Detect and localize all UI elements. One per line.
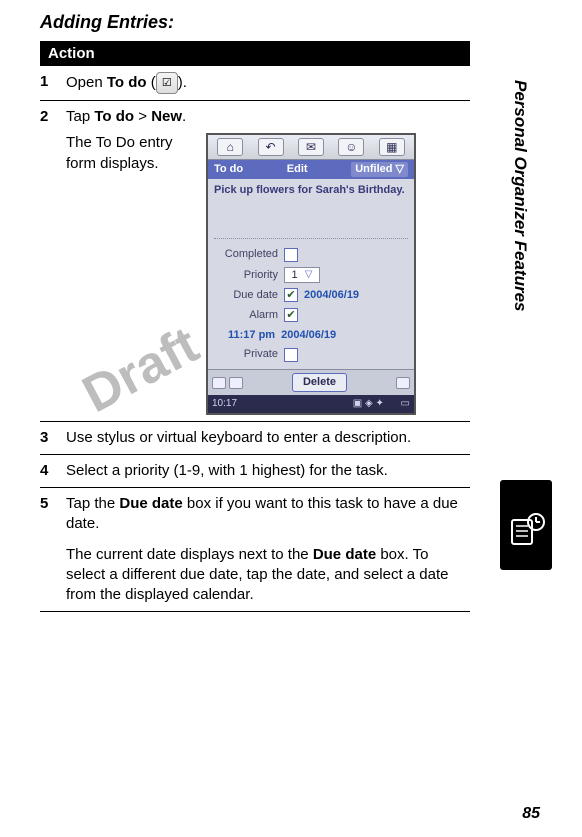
mail-icon[interactable]: ✉ [298, 138, 324, 156]
menu-path-todo: To do [94, 108, 134, 125]
contacts-icon[interactable]: ☺ [338, 138, 364, 156]
category-dropdown[interactable]: Unfiled ▽ [351, 162, 408, 177]
duedate-label: Due date [214, 288, 278, 303]
home-icon[interactable]: ⌂ [217, 138, 243, 156]
pda-menubar: To do Edit Unfiled ▽ [208, 160, 414, 179]
text: Tap [66, 108, 94, 125]
duedate-bold: Due date [313, 546, 376, 563]
step-desc: The To Do entry form displays. [66, 133, 196, 414]
step-row: 2 Tap To do > New. The To Do entry form … [40, 101, 470, 422]
priority-label: Priority [214, 268, 278, 283]
completed-field: Completed [214, 247, 408, 262]
text: ). [178, 74, 187, 91]
private-checkbox[interactable] [284, 348, 298, 362]
duedate-field: Due date ✔ 2004/06/19 [214, 288, 408, 303]
menu-path-new: New [151, 108, 182, 125]
step-number: 5 [40, 494, 66, 605]
private-label: Private [214, 347, 278, 362]
completed-checkbox[interactable] [284, 248, 298, 262]
step-body: Tap the Due date box if you want to this… [66, 494, 466, 605]
pda-screenshot: ⌂ ↶ ✉ ☺ ▦ To do Edit Unfiled ▽ Pick [206, 133, 416, 414]
status-icons: ▣ ◈ ✦ ▭ [353, 397, 410, 411]
duedate-checkbox[interactable]: ✔ [284, 288, 298, 302]
return-icon[interactable] [396, 377, 410, 389]
table-header-action: Action [40, 41, 470, 66]
priority-selector[interactable]: 1 ▽ [284, 267, 320, 283]
chevron-down-icon: ▽ [305, 268, 313, 282]
step-row: 3 Use stylus or virtual keyboard to ente… [40, 422, 470, 455]
alarm-checkbox[interactable]: ✔ [284, 308, 298, 322]
view-list-icon[interactable] [212, 377, 226, 389]
todo-app-icon: ☑ [156, 72, 178, 94]
alarm-field: Alarm ✔ [214, 308, 408, 323]
pda-toolbar: Delete [208, 369, 414, 395]
priority-field: Priority 1 ▽ [214, 267, 408, 283]
description-field[interactable]: Pick up flowers for Sarah's Birthday. [214, 183, 408, 239]
menu-edit[interactable]: Edit [287, 162, 308, 177]
step-body: Open To do (☑). [66, 72, 466, 94]
step-body: Tap To do > New. The To Do entry form di… [66, 107, 466, 415]
view-note-icon[interactable] [229, 377, 243, 389]
pda-statusbar: 10:17 ▣ ◈ ✦ ▭ [208, 395, 414, 413]
step-number: 2 [40, 107, 66, 415]
pda-launcher-bar: ⌂ ↶ ✉ ☺ ▦ [208, 135, 414, 160]
text: The current date displays next to the [66, 546, 313, 563]
private-field: Private [214, 347, 408, 362]
step-row: 5 Tap the Due date box if you want to th… [40, 488, 470, 612]
section-heading: Adding Entries: [40, 12, 470, 33]
menu-todo[interactable]: To do [214, 162, 243, 177]
status-time: 10:17 [212, 397, 237, 411]
page-number: 85 [522, 805, 540, 823]
text: ( [147, 74, 156, 91]
step-row: 4 Select a priority (1-9, with 1 highest… [40, 455, 470, 488]
alarm-date[interactable]: 2004/06/19 [281, 328, 336, 343]
step-body: Use stylus or virtual keyboard to enter … [66, 428, 466, 448]
text: . [182, 108, 186, 125]
step-row: 1 Open To do (☑). [40, 66, 470, 101]
delete-button[interactable]: Delete [292, 373, 347, 392]
step-number: 4 [40, 461, 66, 481]
back-icon[interactable]: ↶ [258, 138, 284, 156]
alarm-time[interactable]: 11:17 pm [228, 328, 275, 343]
step-number: 1 [40, 72, 66, 94]
duedate-bold: Due date [119, 495, 182, 512]
completed-label: Completed [214, 247, 278, 262]
text: > [134, 108, 151, 125]
alarm-label: Alarm [214, 308, 278, 323]
duedate-value[interactable]: 2004/06/19 [304, 288, 359, 303]
text: Open [66, 74, 107, 91]
step-body: Select a priority (1-9, with 1 highest) … [66, 461, 466, 481]
chapter-label: Personal Organizer Features [508, 80, 530, 480]
alarm-datetime: 11:17 pm 2004/06/19 [228, 328, 408, 343]
priority-value: 1 [292, 268, 298, 283]
organizer-feature-icon [500, 480, 552, 570]
step-number: 3 [40, 428, 66, 448]
apps-icon[interactable]: ▦ [379, 138, 405, 156]
text: Tap the [66, 495, 119, 512]
todo-label: To do [107, 74, 147, 91]
